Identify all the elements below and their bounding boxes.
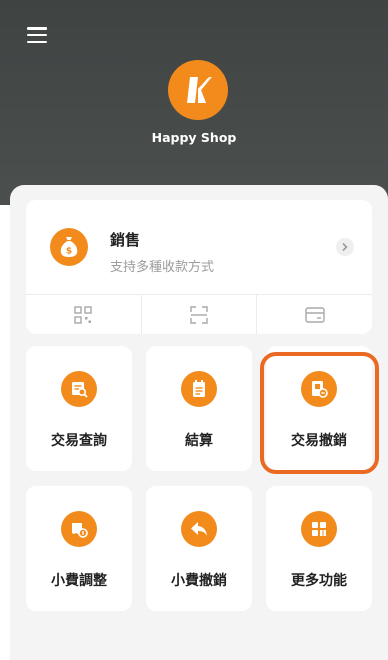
card-button[interactable] [257,295,372,334]
qr-code-icon [74,305,93,324]
card-icon [304,306,325,323]
tip-adjust-tile[interactable]: 小費調整 [26,486,132,611]
tip-void-icon [181,511,217,547]
transaction-search-tile[interactable]: 交易查詢 [26,346,132,471]
settlement-icon [181,371,217,407]
svg-text:$: $ [66,247,72,257]
transaction-void-icon [301,371,337,407]
sale-card: $ 銷售 支持多種收款方式 [26,200,372,334]
tip-void-tile[interactable]: 小費撤銷 [146,486,252,611]
sale-subtitle: 支持多種收款方式 [110,260,215,275]
settlement-tile[interactable]: 結算 [146,346,252,471]
scan-icon [190,305,208,324]
chevron-right-icon[interactable] [336,238,354,256]
header: Happy Shop [0,0,388,205]
money-bag-icon: $ [50,228,88,266]
tip-adjust-label: 小費調整 [51,573,107,589]
shop-name: Happy Shop [151,130,237,145]
sale-title: 銷售 [110,231,141,249]
sale-button[interactable]: $ 銷售 支持多種收款方式 [26,200,372,294]
transaction-void-label: 交易撤銷 [291,433,347,449]
settlement-label: 結算 [185,433,213,449]
qr-code-button[interactable] [26,295,142,334]
more-functions-icon [301,511,337,547]
scan-button[interactable] [142,295,258,334]
more-functions-label: 更多功能 [291,573,347,589]
more-functions-tile[interactable]: 更多功能 [266,486,372,611]
payment-methods-row [26,295,372,334]
hamburger-menu-icon[interactable] [27,27,47,43]
tip-adjust-icon [61,511,97,547]
tip-void-label: 小費撤銷 [171,573,227,589]
shop-logo-k-icon [168,60,228,120]
transaction-void-tile[interactable]: 交易撤銷 [266,346,372,471]
transaction-search-icon [61,371,97,407]
transaction-search-label: 交易查詢 [51,433,107,449]
